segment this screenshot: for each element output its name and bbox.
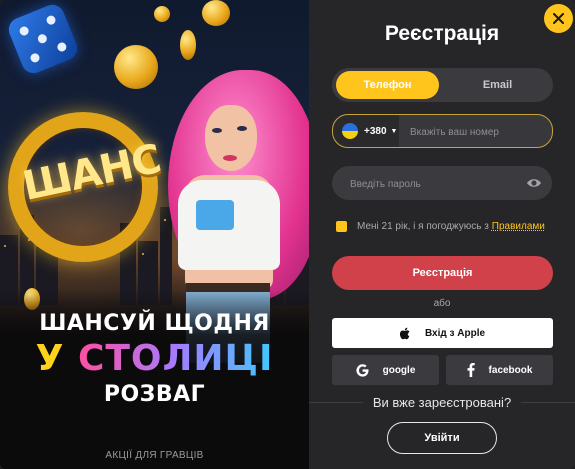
coin-decoration xyxy=(114,45,158,89)
facebook-login-button[interactable]: facebook xyxy=(446,355,553,385)
coin-decoration xyxy=(154,6,170,22)
country-code-select[interactable]: +380 ▼ xyxy=(333,115,399,147)
apple-login-label: Вхід з Apple xyxy=(424,327,486,339)
phone-field: +380 ▼ xyxy=(332,114,553,149)
promo-headline-1: ШАНСУЙ ЩОДНЯ xyxy=(39,311,270,336)
character-eye xyxy=(237,126,247,131)
promo-banner: ШАНС ШАНСУЙ ЩОДНЯ У СТОЛИЦІ РОЗВАГ АКЦІЇ… xyxy=(0,0,309,469)
character-top xyxy=(196,200,234,230)
already-registered: Ви вже зареєстровані? xyxy=(309,395,575,410)
divider-line xyxy=(309,402,363,403)
form-title: Реєстрація xyxy=(384,22,500,45)
character-eye xyxy=(212,128,222,133)
ukraine-flag-icon xyxy=(342,123,358,139)
agreement-checkbox[interactable] xyxy=(336,221,347,232)
google-login-button[interactable]: google xyxy=(332,355,439,385)
already-registered-text: Ви вже зареєстровані? xyxy=(372,395,512,410)
password-field xyxy=(332,166,552,202)
country-code: +380 xyxy=(364,125,387,137)
promo-headline-2-prefix: У xyxy=(35,338,78,379)
promo-headline-2: У СТОЛИЦІ xyxy=(0,338,309,379)
apple-icon xyxy=(399,327,410,339)
coin-decoration xyxy=(180,30,196,60)
register-button[interactable]: Реєстрація xyxy=(332,256,553,290)
phone-input[interactable] xyxy=(408,115,552,149)
promo-headline-2-highlight: СТОЛИЦІ xyxy=(77,338,274,379)
character-lips xyxy=(223,155,237,161)
facebook-login-label: facebook xyxy=(488,364,533,376)
login-button[interactable]: Увійти xyxy=(387,422,497,454)
registration-form: Реєстрація Телефон Email +380 ▼ Мені 21 … xyxy=(309,0,575,469)
rules-link[interactable]: Правилами xyxy=(492,221,545,232)
tab-phone[interactable]: Телефон xyxy=(336,71,439,99)
eye-icon[interactable] xyxy=(526,176,542,190)
tab-email[interactable]: Email xyxy=(446,71,549,99)
google-login-label: google xyxy=(382,364,416,376)
google-icon xyxy=(356,363,369,377)
or-divider: або xyxy=(433,298,451,309)
promotions-link[interactable]: АКЦІЇ ДЛЯ ГРАВЦІВ xyxy=(0,450,309,461)
age-agreement: Мені 21 рік, і я погоджуюсь з Правилами xyxy=(336,221,545,232)
agreement-text: Мені 21 рік, і я погоджуюсь з xyxy=(357,221,489,232)
facebook-icon xyxy=(467,363,475,377)
promo-headline-3: РОЗВАГ xyxy=(103,382,206,407)
apple-login-button[interactable]: Вхід з Apple xyxy=(332,318,553,348)
character-face xyxy=(205,105,257,171)
dice-decoration xyxy=(5,1,81,77)
password-input[interactable] xyxy=(348,166,522,202)
divider-line xyxy=(521,402,575,403)
registration-modal: ШАНС ШАНСУЙ ЩОДНЯ У СТОЛИЦІ РОЗВАГ АКЦІЇ… xyxy=(0,0,575,469)
auth-method-tabs: Телефон Email xyxy=(332,68,553,102)
chevron-down-icon: ▼ xyxy=(390,127,398,135)
coin-decoration xyxy=(202,0,230,26)
